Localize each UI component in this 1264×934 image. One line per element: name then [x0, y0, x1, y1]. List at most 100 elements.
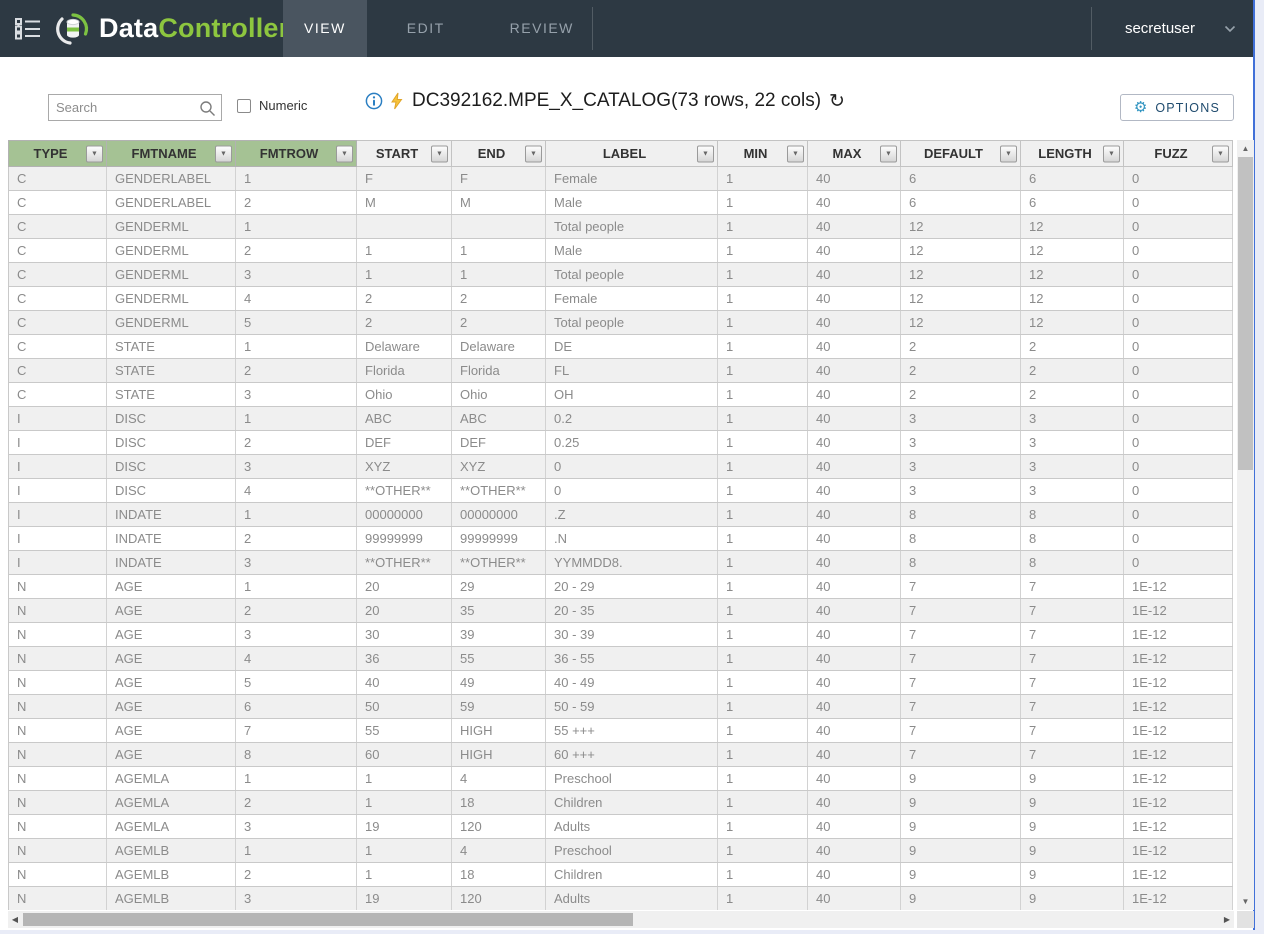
table-cell[interactable]: 99999999 — [452, 527, 546, 551]
table-cell[interactable]: N — [9, 863, 107, 887]
table-cell[interactable]: 1E-12 — [1124, 863, 1233, 887]
table-cell[interactable]: 1 — [718, 431, 808, 455]
table-cell[interactable]: 0 — [1124, 215, 1233, 239]
scroll-right-arrow[interactable]: ▶ — [1220, 911, 1234, 928]
table-cell[interactable]: 1 — [357, 767, 452, 791]
table-cell[interactable]: 6 — [1021, 191, 1124, 215]
table-cell[interactable]: 50 - 59 — [546, 695, 718, 719]
info-icon[interactable] — [365, 92, 383, 110]
column-header[interactable]: START▼ — [357, 141, 452, 167]
table-cell[interactable]: 120 — [452, 815, 546, 839]
table-cell[interactable]: 2 — [236, 527, 357, 551]
table-cell[interactable]: 40 — [808, 335, 901, 359]
table-cell[interactable]: 40 — [808, 719, 901, 743]
filter-button[interactable]: ▼ — [336, 145, 353, 162]
table-cell[interactable]: 4 — [452, 767, 546, 791]
table-cell[interactable]: 40 — [357, 671, 452, 695]
table-cell[interactable]: N — [9, 767, 107, 791]
table-cell[interactable]: 0 — [1124, 359, 1233, 383]
lightning-icon[interactable] — [390, 92, 403, 110]
table-cell[interactable]: 7 — [901, 671, 1021, 695]
table-cell[interactable]: 1 — [718, 383, 808, 407]
table-cell[interactable]: 3 — [901, 455, 1021, 479]
table-cell[interactable]: GENDERML — [107, 215, 236, 239]
table-cell[interactable]: AGE — [107, 671, 236, 695]
table-cell[interactable]: 12 — [901, 311, 1021, 335]
table-cell[interactable]: 0 — [1124, 455, 1233, 479]
table-cell[interactable]: 7 — [1021, 599, 1124, 623]
table-cell[interactable]: 40 — [808, 791, 901, 815]
table-cell[interactable]: F — [452, 167, 546, 191]
column-header[interactable]: END▼ — [452, 141, 546, 167]
filter-button[interactable]: ▼ — [787, 145, 804, 162]
table-cell[interactable]: 3 — [236, 623, 357, 647]
table-cell[interactable]: Delaware — [452, 335, 546, 359]
table-cell[interactable]: 7 — [901, 599, 1021, 623]
table-cell[interactable]: 12 — [1021, 215, 1124, 239]
table-cell[interactable]: 49 — [452, 671, 546, 695]
table-cell[interactable]: 18 — [452, 791, 546, 815]
table-cell[interactable]: AGEMLA — [107, 815, 236, 839]
table-cell[interactable]: 2 — [236, 239, 357, 263]
table-cell[interactable]: AGE — [107, 599, 236, 623]
table-cell[interactable]: 8 — [1021, 551, 1124, 575]
table-cell[interactable]: 0 — [1124, 479, 1233, 503]
table-cell[interactable]: 0 — [546, 455, 718, 479]
table-cell[interactable]: C — [9, 359, 107, 383]
table-cell[interactable]: 0 — [1124, 287, 1233, 311]
table-cell[interactable]: 12 — [901, 287, 1021, 311]
table-cell[interactable]: 1E-12 — [1124, 791, 1233, 815]
column-header[interactable]: LABEL▼ — [546, 141, 718, 167]
horizontal-scrollbar[interactable]: ◀ ▶ — [8, 911, 1234, 928]
table-cell[interactable]: 0 — [1124, 239, 1233, 263]
table-cell[interactable]: 12 — [1021, 311, 1124, 335]
table-cell[interactable]: 6 — [236, 695, 357, 719]
table-cell[interactable]: 1 — [718, 527, 808, 551]
table-cell[interactable]: 2 — [1021, 335, 1124, 359]
table-cell[interactable]: Ohio — [357, 383, 452, 407]
table-cell[interactable]: 1E-12 — [1124, 647, 1233, 671]
table-cell[interactable]: 1 — [718, 815, 808, 839]
table-cell[interactable]: 7 — [901, 575, 1021, 599]
table-cell[interactable]: I — [9, 503, 107, 527]
table-cell[interactable]: 1 — [718, 647, 808, 671]
table-cell[interactable]: 1 — [236, 839, 357, 863]
table-cell[interactable]: 19 — [357, 887, 452, 911]
table-cell[interactable]: OH — [546, 383, 718, 407]
table-cell[interactable]: 3 — [236, 551, 357, 575]
table-cell[interactable]: Female — [546, 287, 718, 311]
table-cell[interactable]: N — [9, 599, 107, 623]
table-cell[interactable]: AGEMLA — [107, 791, 236, 815]
table-cell[interactable]: 4 — [452, 839, 546, 863]
table-cell[interactable]: **OTHER** — [452, 479, 546, 503]
table-cell[interactable]: 120 — [452, 887, 546, 911]
table-cell[interactable]: 1 — [718, 551, 808, 575]
table-cell[interactable]: 9 — [1021, 863, 1124, 887]
table-cell[interactable]: 3 — [901, 431, 1021, 455]
table-cell[interactable]: 9 — [1021, 887, 1124, 911]
table-cell[interactable]: 40 — [808, 215, 901, 239]
table-cell[interactable]: 3 — [1021, 431, 1124, 455]
table-cell[interactable]: GENDERML — [107, 263, 236, 287]
table-cell[interactable]: 9 — [1021, 815, 1124, 839]
table-cell[interactable]: 1E-12 — [1124, 671, 1233, 695]
table-cell[interactable]: 40 — [808, 191, 901, 215]
table-cell[interactable]: 1 — [452, 239, 546, 263]
table-cell[interactable]: Female — [546, 167, 718, 191]
table-cell[interactable]: GENDERML — [107, 311, 236, 335]
table-cell[interactable]: 0.2 — [546, 407, 718, 431]
table-cell[interactable]: 29 — [452, 575, 546, 599]
table-cell[interactable]: 1 — [718, 599, 808, 623]
table-cell[interactable]: N — [9, 647, 107, 671]
table-cell[interactable]: 55 +++ — [546, 719, 718, 743]
table-cell[interactable]: 60 +++ — [546, 743, 718, 767]
vertical-scrollbar[interactable]: ▲ ▼ — [1237, 140, 1254, 910]
table-cell[interactable]: 1 — [718, 311, 808, 335]
table-cell[interactable]: 7 — [901, 743, 1021, 767]
table-cell[interactable]: 3 — [1021, 455, 1124, 479]
table-cell[interactable]: 0 — [1124, 551, 1233, 575]
table-cell[interactable] — [357, 215, 452, 239]
table-cell[interactable]: AGEMLA — [107, 767, 236, 791]
table-cell[interactable]: 6 — [1021, 167, 1124, 191]
table-cell[interactable]: 1 — [718, 167, 808, 191]
